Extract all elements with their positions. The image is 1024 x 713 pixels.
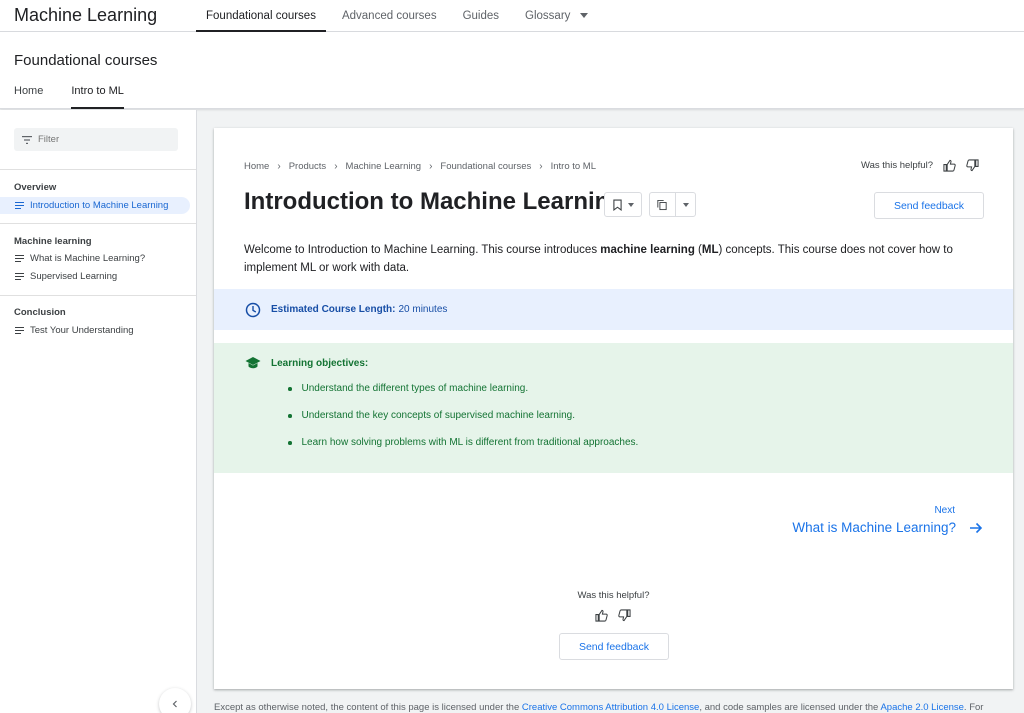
footer-text: , and code samples are licensed under th… bbox=[699, 702, 881, 713]
tab-advanced-courses[interactable]: Advanced courses bbox=[329, 0, 450, 32]
helpful-widget-top: Was this helpful? bbox=[861, 159, 979, 172]
document-icon bbox=[15, 273, 24, 280]
graduation-cap-icon bbox=[245, 357, 261, 369]
filter-box[interactable] bbox=[14, 128, 178, 151]
section-header: Foundational courses Home Intro to ML bbox=[0, 32, 1024, 109]
footer-text: Except as otherwise noted, the content o… bbox=[214, 702, 522, 713]
sidebar-item-label: Test Your Understanding bbox=[30, 325, 134, 336]
tab-glossary[interactable]: Glossary bbox=[512, 0, 601, 32]
sidebar-item-what-is-ml[interactable]: What is Machine Learning? bbox=[0, 250, 190, 267]
helpful-prompt-bottom: Was this helpful? bbox=[577, 590, 650, 601]
next-page-link[interactable]: What is Machine Learning? bbox=[792, 520, 983, 535]
bookmark-button[interactable] bbox=[604, 192, 642, 217]
helpful-prompt: Was this helpful? bbox=[861, 160, 933, 171]
list-item: Learn how solving problems with ML is di… bbox=[288, 437, 639, 464]
thumbs-down-icon[interactable] bbox=[966, 159, 979, 172]
tab-home[interactable]: Home bbox=[0, 80, 57, 109]
tab-guides[interactable]: Guides bbox=[450, 0, 512, 32]
filter-icon bbox=[22, 135, 32, 144]
chevron-down-icon bbox=[627, 202, 634, 207]
arrow-right-icon bbox=[970, 522, 983, 533]
learning-objectives-callout: Learning objectives: Understand the diff… bbox=[214, 343, 1013, 473]
copy-icon bbox=[656, 199, 667, 210]
sidebar-item-label: Introduction to Machine Learning bbox=[30, 200, 169, 211]
document-icon bbox=[15, 202, 24, 209]
objectives-heading: Learning objectives: bbox=[271, 357, 369, 369]
breadcrumb-foundational-courses[interactable]: Foundational courses bbox=[440, 161, 531, 172]
objectives-list: Understand the different types of machin… bbox=[288, 383, 639, 464]
thumbs-down-icon[interactable] bbox=[618, 609, 631, 622]
footer-text: . For bbox=[963, 702, 984, 713]
tab-glossary-label: Glossary bbox=[525, 9, 571, 22]
clock-icon bbox=[245, 302, 261, 317]
intro-bold-term: machine learning bbox=[600, 244, 695, 256]
site-title[interactable]: Machine Learning bbox=[0, 5, 193, 26]
section-title: Foundational courses bbox=[14, 52, 158, 69]
chevron-right-icon: › bbox=[277, 161, 281, 172]
breadcrumb-intro-to-ml[interactable]: Intro to ML bbox=[551, 161, 596, 172]
next-label: Next bbox=[934, 505, 955, 516]
sidebar-item-introduction[interactable]: Introduction to Machine Learning bbox=[0, 197, 190, 214]
thumbs-up-icon[interactable] bbox=[943, 159, 956, 172]
sidebar-heading-conclusion: Conclusion bbox=[14, 307, 66, 318]
course-length-callout: Estimated Course Length: 20 minutes bbox=[214, 289, 1013, 330]
button-divider bbox=[674, 192, 676, 217]
helpful-widget-bottom bbox=[595, 609, 631, 622]
sidebar-item-supervised-learning[interactable]: Supervised Learning bbox=[0, 268, 190, 285]
chevron-down-icon bbox=[580, 13, 589, 18]
list-item: Understand the key concepts of supervise… bbox=[288, 410, 638, 437]
cc-license-link[interactable]: Creative Commons Attribution 4.0 License bbox=[522, 702, 699, 713]
sidebar-divider bbox=[0, 295, 196, 296]
breadcrumb: Home › Products › Machine Learning › Fou… bbox=[244, 161, 596, 172]
intro-bold-abbr: ML bbox=[701, 244, 719, 256]
chevron-left-icon bbox=[172, 700, 177, 708]
sidebar-divider bbox=[0, 223, 196, 224]
sidebar-heading-machine-learning: Machine learning bbox=[14, 236, 92, 247]
copy-button[interactable] bbox=[649, 192, 696, 217]
top-app-bar: Machine Learning Foundational courses Ad… bbox=[0, 0, 1024, 32]
list-item: Understand the different types of machin… bbox=[288, 383, 638, 410]
thumbs-up-icon[interactable] bbox=[595, 609, 608, 622]
sidebar-divider bbox=[0, 169, 196, 170]
chevron-down-icon bbox=[682, 202, 689, 207]
breadcrumb-machine-learning[interactable]: Machine Learning bbox=[346, 161, 422, 172]
chevron-right-icon: › bbox=[334, 161, 338, 172]
sidebar: Overview Introduction to Machine Learnin… bbox=[0, 110, 197, 713]
bookmark-icon bbox=[612, 199, 622, 211]
tab-intro-to-ml[interactable]: Intro to ML bbox=[57, 80, 138, 109]
next-page-nav[interactable]: Next What is Machine Learning? bbox=[792, 505, 983, 535]
course-length-label: Estimated Course Length: bbox=[271, 304, 396, 315]
collapse-sidebar-button[interactable] bbox=[159, 688, 191, 713]
intro-paragraph: Welcome to Introduction to Machine Learn… bbox=[244, 241, 984, 277]
document-icon bbox=[15, 327, 24, 334]
chevron-right-icon: › bbox=[539, 161, 543, 172]
filter-input[interactable] bbox=[38, 134, 158, 145]
course-length-value: 20 minutes bbox=[398, 304, 448, 315]
intro-text: ( bbox=[694, 244, 702, 256]
send-feedback-button[interactable]: Send feedback bbox=[874, 192, 984, 219]
page-title: Introduction to Machine Learning bbox=[244, 188, 624, 215]
content-card: Home › Products › Machine Learning › Fou… bbox=[214, 128, 1013, 689]
send-feedback-button-bottom[interactable]: Send feedback bbox=[559, 633, 669, 660]
next-page-title: What is Machine Learning? bbox=[792, 520, 956, 535]
section-tabs: Home Intro to ML bbox=[0, 80, 138, 109]
top-nav: Foundational courses Advanced courses Gu… bbox=[193, 0, 601, 32]
chevron-right-icon: › bbox=[429, 161, 433, 172]
document-icon bbox=[15, 255, 24, 262]
tab-foundational-courses[interactable]: Foundational courses bbox=[193, 0, 329, 32]
breadcrumb-products[interactable]: Products bbox=[289, 161, 327, 172]
license-footer: Except as otherwise noted, the content o… bbox=[214, 702, 1014, 713]
sidebar-heading-overview: Overview bbox=[14, 182, 57, 193]
sidebar-item-test-understanding[interactable]: Test Your Understanding bbox=[0, 322, 190, 339]
apache-license-link[interactable]: Apache 2.0 License bbox=[880, 702, 963, 713]
sidebar-item-label: What is Machine Learning? bbox=[30, 253, 146, 264]
sidebar-item-label: Supervised Learning bbox=[30, 271, 118, 282]
intro-text: Welcome to Introduction to Machine Learn… bbox=[244, 244, 601, 256]
breadcrumb-home[interactable]: Home bbox=[244, 161, 269, 172]
objectives-heading-row: Learning objectives: bbox=[245, 356, 368, 370]
